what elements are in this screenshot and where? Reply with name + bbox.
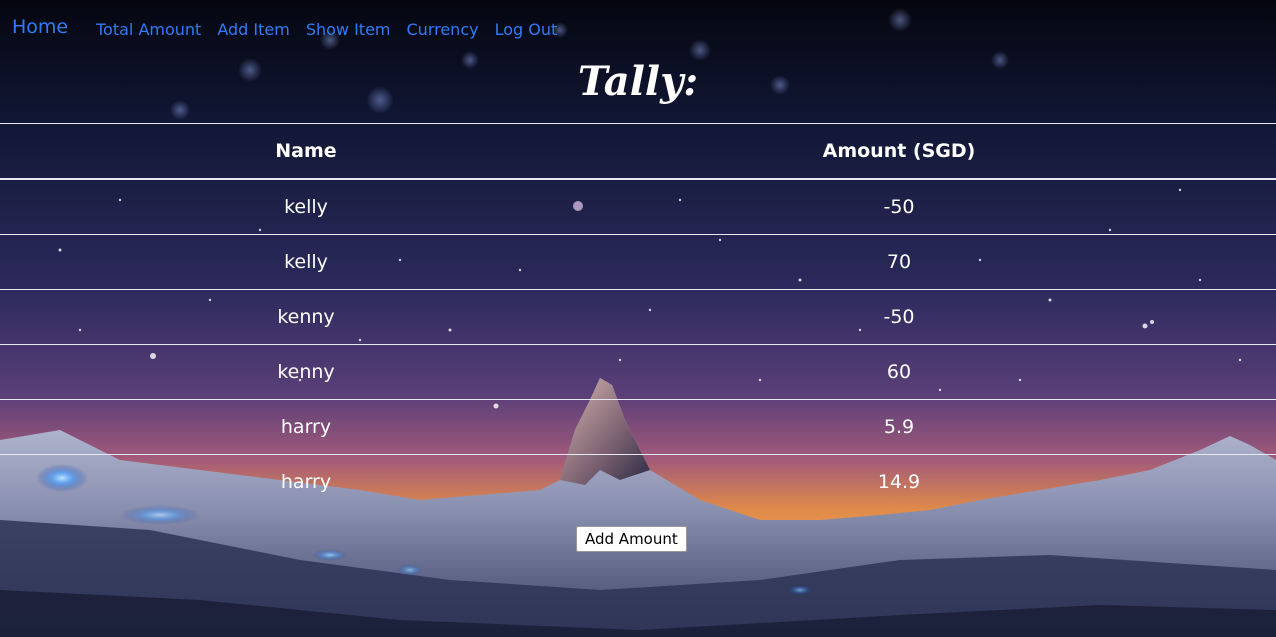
cell-amount: 14.9 [612,454,1276,509]
table-row: harry 14.9 [0,454,1276,509]
nav-link-show-item[interactable]: Show Item [306,20,391,39]
cell-amount: 5.9 [612,399,1276,455]
cell-name: kenny [0,289,612,345]
cell-amount: 70 [612,234,1276,290]
nav-link-log-out[interactable]: Log Out [495,20,558,39]
cell-name: kelly [0,234,612,290]
cell-amount: -50 [612,289,1276,345]
cell-name: harry [0,454,612,509]
cell-name: kelly [0,178,612,235]
top-navbar: Home Total Amount Add Item Show Item Cur… [0,0,1276,60]
nav-link-total-amount[interactable]: Total Amount [96,20,201,39]
cell-name: harry [0,399,612,455]
header-name: Name [0,123,612,180]
table-row: kenny -50 [0,289,1276,345]
tally-table: Name Amount (SGD) kelly -50 kelly 70 ken… [0,123,1276,509]
nav-links: Total Amount Add Item Show Item Currency… [96,20,573,39]
cell-amount: -50 [612,178,1276,235]
table-row: kelly 70 [0,234,1276,290]
cell-name: kenny [0,344,612,400]
page-title: Tally: [577,58,699,105]
cell-amount: 60 [612,344,1276,400]
table-row: kenny 60 [0,344,1276,400]
add-amount-button[interactable]: Add Amount [576,526,687,552]
table-row: harry 5.9 [0,399,1276,455]
nav-link-add-item[interactable]: Add Item [217,20,289,39]
nav-link-currency[interactable]: Currency [407,20,479,39]
table-row: kelly -50 [0,178,1276,235]
table-header-row: Name Amount (SGD) [0,123,1276,180]
header-amount: Amount (SGD) [612,123,1276,180]
nav-home-link[interactable]: Home [12,16,68,38]
